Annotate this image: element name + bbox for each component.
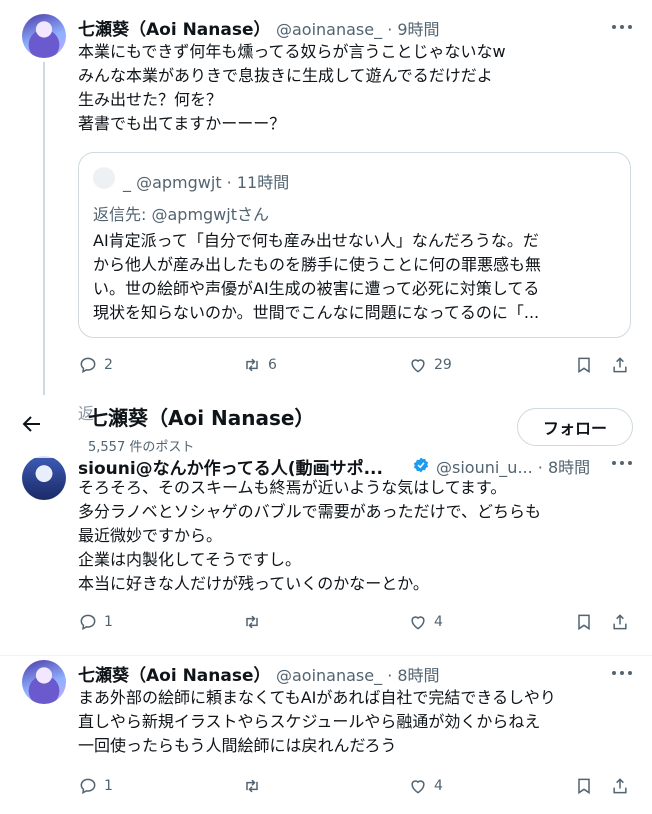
author-handle-time[interactable]: @aoinanase_ · 9時間 bbox=[276, 16, 440, 40]
reply-count: 1 bbox=[104, 778, 113, 794]
quoted-tweet[interactable]: _ @apmgwjt · 11時間 返信先: @apmgwjtさん AI肯定派っ… bbox=[78, 152, 631, 338]
retweet-button[interactable]: 6 bbox=[242, 355, 277, 375]
avatar[interactable] bbox=[22, 14, 66, 58]
tweet-text-line: 著書でも出てますかーーー？ bbox=[78, 114, 286, 133]
bookmark-icon bbox=[578, 357, 590, 374]
tweet[interactable]: siouni@なんか作ってる人(動画サポ... @siouni_u... · 8… bbox=[0, 440, 652, 654]
like-button[interactable]: 4 bbox=[408, 612, 443, 632]
quoted-reply-to: 返信先: @apmgwjtさん bbox=[93, 205, 269, 224]
author-handle-time[interactable]: @aoinanase_ · 8時間 bbox=[276, 662, 440, 686]
tweet-text-line: 本当に好きな人だけが残っていくのかなーとか。 bbox=[78, 574, 429, 593]
reply-button[interactable]: 1 bbox=[78, 612, 113, 632]
quoted-handle-time: _ @apmgwjt · 11時間 bbox=[123, 173, 290, 192]
tweet-text-line: そろそろ、そのスキームも終焉が近いような気はしてます。 bbox=[78, 478, 507, 497]
share-button[interactable] bbox=[610, 355, 630, 375]
author-name[interactable]: 七瀬葵（Aoi Nanase） bbox=[78, 15, 271, 40]
like-icon bbox=[411, 359, 425, 373]
tweet-text-line: 企業は内製化してそうですし。 bbox=[78, 550, 302, 569]
reply-button[interactable]: 1 bbox=[78, 776, 113, 796]
bookmark-icon bbox=[578, 614, 590, 631]
reply-button[interactable]: 2 bbox=[78, 355, 113, 375]
retweet-count: 6 bbox=[268, 357, 277, 373]
like-count: 4 bbox=[434, 778, 443, 794]
more-icon[interactable] bbox=[612, 24, 632, 30]
like-count: 4 bbox=[434, 614, 443, 630]
quoted-avatar bbox=[93, 167, 115, 189]
share-icon bbox=[613, 614, 627, 630]
like-button[interactable]: 29 bbox=[408, 355, 452, 375]
retweet-icon bbox=[246, 615, 258, 629]
more-icon[interactable] bbox=[612, 670, 632, 676]
tweet-text-line: 多分ラノベとソシャゲのバブルで需要があっただけで、どちらも bbox=[78, 502, 542, 521]
retweet-icon bbox=[246, 358, 258, 372]
more-icon[interactable] bbox=[612, 460, 632, 466]
reply-count: 1 bbox=[104, 614, 113, 630]
bookmark-button[interactable] bbox=[574, 776, 594, 796]
like-icon bbox=[411, 616, 425, 630]
profile-header: 返 七瀬葵（Aoi Nanase） 5,557 件のポスト フォロー bbox=[0, 396, 652, 458]
bookmark-button[interactable] bbox=[574, 355, 594, 375]
reply-icon bbox=[80, 778, 96, 794]
quoted-text-line: 現状を知らないのか。世間でこんなに問題になってるのに「... bbox=[93, 303, 540, 322]
like-button[interactable]: 4 bbox=[408, 776, 443, 796]
tweet-text-line: 最近微妙ですから。 bbox=[78, 526, 223, 545]
share-button[interactable] bbox=[610, 776, 630, 796]
tweet-text-line: 生み出せた？何を？ bbox=[78, 90, 223, 109]
tweet-text-line: みんな本業がありきで息抜きに生成して遊んでるだけだよ bbox=[78, 66, 493, 85]
reply-count: 2 bbox=[104, 357, 113, 373]
quoted-text-line: AI肯定派って「自分で何も産み出せない人」なんだろうな。だ bbox=[93, 231, 539, 250]
follow-button[interactable]: フォロー bbox=[517, 408, 633, 446]
avatar[interactable] bbox=[22, 660, 66, 704]
avatar[interactable] bbox=[22, 456, 66, 500]
bookmark-button[interactable] bbox=[574, 612, 594, 632]
retweet-icon bbox=[246, 779, 258, 793]
thread-line bbox=[43, 62, 45, 395]
verified-icon bbox=[413, 457, 429, 473]
tweet-text-line: 直しやら新規イラストやらスケジュールやら融通が効くからねえ bbox=[78, 712, 541, 731]
bookmark-icon bbox=[578, 778, 590, 795]
share-button[interactable] bbox=[610, 612, 630, 632]
back-arrow-icon[interactable] bbox=[20, 412, 44, 436]
retweet-button[interactable] bbox=[242, 776, 268, 796]
reply-icon bbox=[80, 357, 96, 373]
share-icon bbox=[613, 357, 627, 373]
share-icon bbox=[613, 778, 627, 794]
profile-name: 七瀬葵（Aoi Nanase） bbox=[88, 406, 315, 430]
post-count: 5,557 件のポスト bbox=[88, 440, 195, 455]
tweet[interactable]: 七瀬葵（Aoi Nanase） @aoinanase_ · 9時間 本業にもでき… bbox=[0, 0, 652, 395]
tweet[interactable]: 七瀬葵（Aoi Nanase） @aoinanase_ · 8時間 まあ外部の絵… bbox=[0, 656, 652, 814]
retweet-button[interactable] bbox=[242, 612, 268, 632]
tweet-text-line: 一回使ったらもう人間絵師には戻れんだろう bbox=[78, 736, 397, 755]
quoted-text-line: から他人が産み出したものを勝手に使うことに何の罪悪感も無 bbox=[93, 255, 542, 274]
like-count: 29 bbox=[434, 357, 452, 373]
author-name[interactable]: 七瀬葵（Aoi Nanase） bbox=[78, 661, 271, 686]
tweet-text-line: まあ外部の絵師に頼まなくてもAIがあれば自社で完結できるしやり bbox=[78, 688, 556, 707]
tweet-text-line: 本業にもできず何年も燻ってる奴らが言うことじゃないなw bbox=[78, 42, 506, 61]
reply-icon bbox=[80, 614, 96, 630]
quoted-text-line: い。世の絵師や声優がAI生成の被害に遭って必死に対策してる bbox=[93, 279, 540, 298]
like-icon bbox=[411, 780, 425, 794]
